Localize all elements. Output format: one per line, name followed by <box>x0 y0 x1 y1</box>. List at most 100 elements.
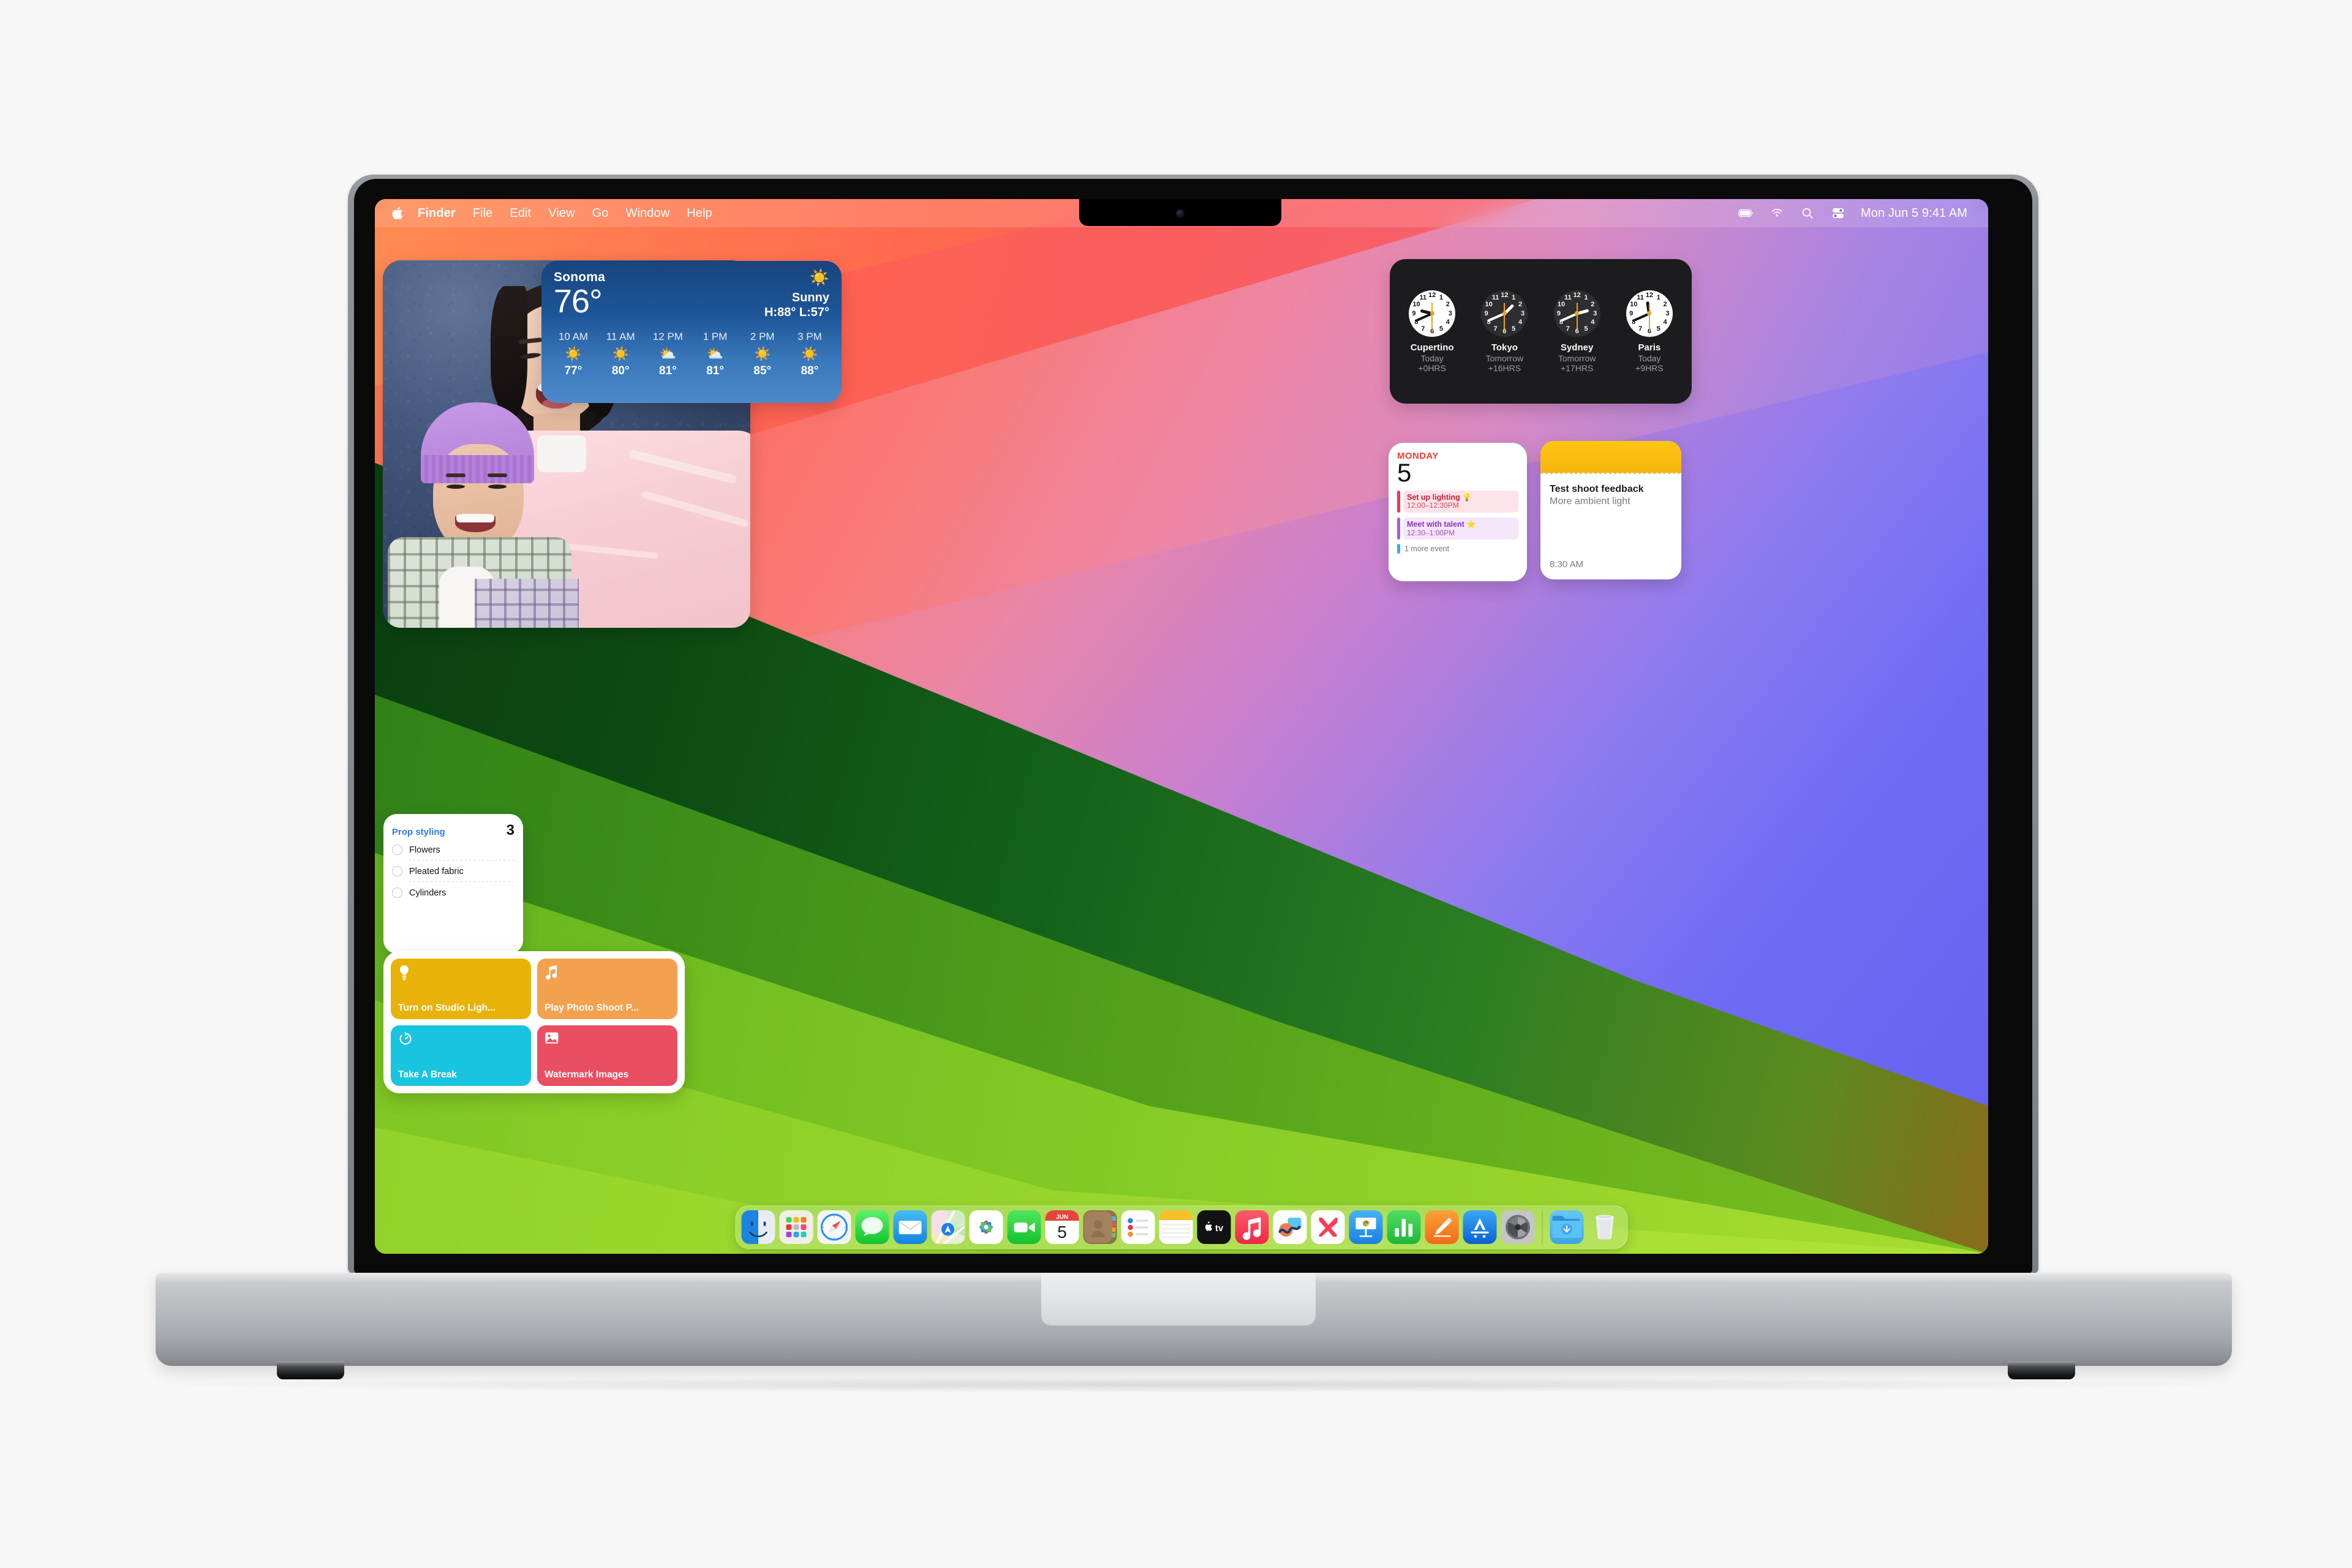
reminders-widget[interactable]: Prop styling 3 Flowers Pleated fabric Cy… <box>383 814 523 954</box>
shortcut-tile-studio-lights[interactable]: Turn on Studio Ligh... <box>391 959 531 1019</box>
dock-item-facetime[interactable] <box>1007 1210 1041 1244</box>
dock-item-photos[interactable] <box>969 1210 1003 1244</box>
clock-face-icon: 12 1 2 3 4 5 6 7 8 9 10 11 <box>1553 290 1600 337</box>
menu-item-go[interactable]: Go <box>592 206 609 221</box>
menu-item-window[interactable]: Window <box>626 206 670 221</box>
dock-item-messages[interactable] <box>855 1210 889 1244</box>
clock-day: Today <box>1638 353 1661 363</box>
dock-item-maps[interactable] <box>931 1210 965 1244</box>
woman-white-tee <box>537 435 586 472</box>
reminder-item[interactable]: Pleated fabric <box>392 861 514 881</box>
camera-icon <box>1176 209 1185 218</box>
calendar-more-events[interactable]: 1 more event <box>1397 544 1518 554</box>
forecast-temp: 88° <box>801 364 819 377</box>
more-events-label: 1 more event <box>1404 545 1449 554</box>
shortcut-tile-take-a-break[interactable]: Take A Break <box>391 1025 531 1086</box>
shortcut-label: Play Photo Shoot P... <box>545 1003 639 1013</box>
menu-bar-clock[interactable]: Mon Jun 5 9:41 AM <box>1861 206 1967 221</box>
shortcuts-widget[interactable]: Turn on Studio Ligh... Play Photo Shoot … <box>383 951 685 1093</box>
clock-face-icon: 12 1 2 3 4 5 6 7 8 9 10 11 <box>1626 290 1673 337</box>
dock-item-news[interactable] <box>1311 1210 1345 1244</box>
dock-item-mail[interactable] <box>893 1210 927 1244</box>
search-icon[interactable] <box>1800 206 1815 220</box>
reminder-checkbox-icon[interactable] <box>392 845 402 855</box>
dock-item-trash[interactable] <box>1588 1210 1622 1244</box>
reminder-item[interactable]: Cylinders <box>392 882 514 903</box>
world-clock-widget[interactable]: 12 1 2 3 4 5 6 7 8 9 10 11 Cupertino Today +0HRS 12… <box>1390 259 1692 404</box>
dock-item-downloads-folder[interactable] <box>1550 1210 1584 1244</box>
desktop-screen: Finder File Edit View Go Window Help Mon… <box>375 199 1988 1254</box>
reminder-item[interactable]: Flowers <box>392 839 514 860</box>
menu-item-finder[interactable]: Finder <box>418 206 456 221</box>
note-header-band <box>1540 441 1681 473</box>
menu-item-help[interactable]: Help <box>687 206 712 221</box>
notes-widget[interactable]: Test shoot feedback More ambient light 8… <box>1540 441 1681 579</box>
clock-offset: +9HRS <box>1635 363 1664 373</box>
dock-item-calendar[interactable]: JUN 5 <box>1045 1210 1079 1244</box>
weather-hourly-forecast: 10 AM ☀️ 77° 11 AM ☀️ 80° 12 PM ⛅ 81° 1 … <box>541 327 842 386</box>
forecast-temp: 81° <box>706 364 724 377</box>
dock-item-appletv[interactable]: tv <box>1197 1210 1231 1244</box>
event-time: 12:00–12:30PM <box>1407 501 1459 510</box>
clock-offset: +0HRS <box>1418 363 1446 373</box>
dock-item-reminders[interactable] <box>1121 1210 1155 1244</box>
calendar-event[interactable]: Meet with talent ⭐ 12:30–1:00PM <box>1397 518 1518 540</box>
shortcut-tile-play-playlist[interactable]: Play Photo Shoot P... <box>537 959 677 1019</box>
dock-item-appstore[interactable] <box>1463 1210 1497 1244</box>
laptop-base-cutout <box>1041 1273 1316 1325</box>
weather-condition: Sunny <box>791 291 829 304</box>
sun-icon: ☀️ <box>612 346 629 361</box>
forecast-time: 1 PM <box>703 331 728 342</box>
dock-item-pages[interactable] <box>1425 1210 1459 1244</box>
calendar-event[interactable]: Set up lighting 💡 12:00–12:30PM <box>1397 491 1518 513</box>
display-notch <box>1079 199 1281 226</box>
forecast-time: 3 PM <box>797 331 822 342</box>
sun-icon: ☀️ <box>754 346 771 361</box>
laptop-shadow <box>184 1377 2205 1393</box>
forecast-hour: 12 PM ⛅ 81° <box>647 331 688 378</box>
wifi-icon[interactable] <box>1769 206 1785 220</box>
child-eye-left <box>447 484 465 489</box>
battery-icon[interactable] <box>1738 206 1754 220</box>
menu-item-file[interactable]: File <box>473 206 493 221</box>
photo-icon <box>545 1031 670 1047</box>
forecast-time: 10 AM <box>558 331 589 342</box>
dock-item-notes[interactable] <box>1159 1210 1193 1244</box>
shortcut-label: Watermark Images <box>545 1069 629 1080</box>
music-note-icon <box>545 965 670 983</box>
clock-city: Cupertino <box>1410 342 1454 353</box>
weather-condition-block: ☀️ Sunny H:88° L:57° <box>764 270 829 320</box>
note-title: Test shoot feedback <box>1550 484 1644 494</box>
dock-item-contacts[interactable] <box>1083 1210 1117 1244</box>
dock-item-freeform[interactable] <box>1273 1210 1307 1244</box>
dock-divider <box>1542 1211 1543 1243</box>
weather-widget[interactable]: Sonoma 76° ☀️ Sunny H:88° L:57° 10 AM ☀️… <box>541 261 842 403</box>
menu-item-view[interactable]: View <box>548 206 575 221</box>
reminders-list-title: Prop styling <box>392 827 445 837</box>
child-brow-left <box>446 473 466 477</box>
shortcut-tile-watermark-images[interactable]: Watermark Images <box>537 1025 677 1086</box>
reminders-count: 3 <box>506 822 514 839</box>
clock-city: Sydney <box>1560 342 1594 353</box>
apple-logo-icon[interactable] <box>392 206 404 221</box>
dock-item-music[interactable] <box>1235 1210 1269 1244</box>
dock-item-finder[interactable] <box>741 1210 775 1244</box>
dock-item-keynote[interactable] <box>1349 1210 1383 1244</box>
reminder-label: Pleated fabric <box>409 866 464 876</box>
reminder-checkbox-icon[interactable] <box>392 888 402 898</box>
clock-offset: +17HRS <box>1560 363 1594 373</box>
menu-item-edit[interactable]: Edit <box>510 206 531 221</box>
dock-item-numbers[interactable] <box>1387 1210 1421 1244</box>
event-title: Set up lighting 💡 <box>1407 493 1472 502</box>
clock-day: Tomorrow <box>1558 353 1596 363</box>
screenshot-stage: Finder File Edit View Go Window Help Mon… <box>0 0 2352 1568</box>
dock-item-safari[interactable] <box>817 1210 851 1244</box>
clock-face-icon: 12 1 2 3 4 5 6 7 8 9 10 11 <box>1409 290 1456 337</box>
dock-item-launchpad[interactable] <box>779 1210 813 1244</box>
lightbulb-icon <box>398 965 524 983</box>
control-center-icon[interactable] <box>1830 206 1846 220</box>
reminder-checkbox-icon[interactable] <box>392 866 402 876</box>
dock-item-system-settings[interactable] <box>1501 1210 1535 1244</box>
note-subtitle: More ambient light <box>1550 496 1630 507</box>
calendar-widget[interactable]: MONDAY 5 Set up lighting 💡 12:00–12:30PM… <box>1389 443 1527 581</box>
